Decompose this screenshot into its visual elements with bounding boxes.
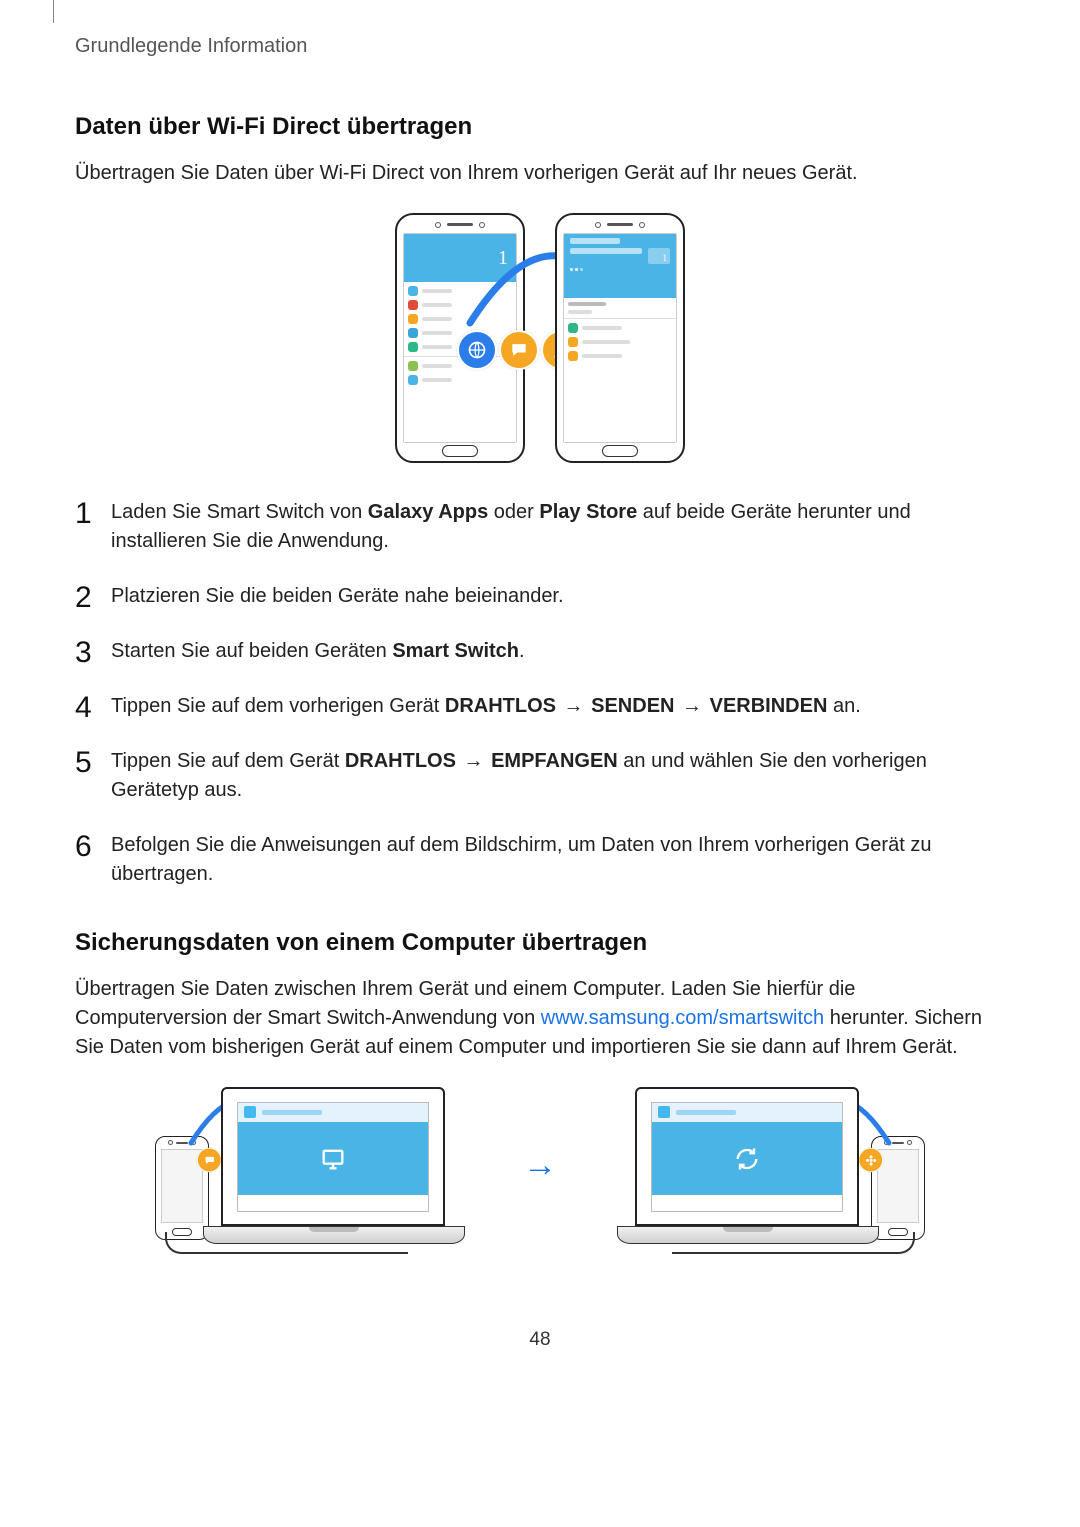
step3-bold1: Smart Switch [392,640,519,662]
section1-title: Daten über Wi-Fi Direct übertragen [75,113,1005,141]
phone-new-device: 1 [555,213,685,463]
sync-icon [733,1145,761,1173]
smartswitch-link[interactable]: www.samsung.com/smartswitch [541,1007,824,1029]
step1-bold2: Play Store [539,501,637,523]
step5-bold2: EMPFANGEN [491,750,618,772]
step3-suffix: . [519,640,525,662]
step1-mid1: oder [488,501,539,523]
step-2: Platzieren Sie die beiden Geräte nahe be… [75,582,1005,611]
step1-prefix: Laden Sie Smart Switch von [111,501,368,523]
step4-arrow2: → [676,695,707,717]
globe-icon [457,330,497,370]
step-6: Befolgen Sie die Anweisungen auf dem Bil… [75,831,1005,889]
step4-suffix: an. [827,695,860,717]
step4-bold1: DRAHTLOS [445,695,556,717]
step-4: Tippen Sie auf dem vorherigen Gerät DRAH… [75,692,1005,721]
step4-bold2: SENDEN [591,695,674,717]
section2-title: Sicherungsdaten von einem Computer übert… [75,929,1005,957]
step2-text: Platzieren Sie die beiden Geräte nahe be… [111,585,564,607]
step3-prefix: Starten Sie auf beiden Geräten [111,640,392,662]
steps-list: Laden Sie Smart Switch von Galaxy Apps o… [75,498,1005,889]
laptop-group-restore [617,1087,925,1244]
chat-icon [499,330,539,370]
figure-wifi-direct: 1 [75,213,1005,463]
monitor-icon [319,1145,347,1173]
step-3: Starten Sie auf beiden Geräten Smart Swi… [75,637,1005,666]
step5-arrow: → [458,750,489,772]
step4-bold3: VERBINDEN [710,695,828,717]
laptop-group-backup [155,1087,463,1244]
section1-lead: Übertragen Sie Daten über Wi-Fi Direct v… [75,159,1005,188]
step4-prefix: Tippen Sie auf dem vorherigen Gerät [111,695,445,717]
step-5: Tippen Sie auf dem Gerät DRAHTLOS → EMPF… [75,747,1005,805]
section2-lead: Übertragen Sie Daten zwischen Ihrem Gerä… [75,975,1005,1062]
laptop-left [203,1087,463,1244]
mid-arrow-icon: → [523,1146,557,1185]
step4-arrow1: → [558,695,589,717]
phone-right-number: 1 [648,248,670,264]
figure-computer-transfer: → [75,1087,1005,1244]
step5-bold1: DRAHTLOS [345,750,456,772]
breadcrumb: Grundlegende Information [75,35,1005,58]
phone-left-number: 1 [498,247,508,270]
step1-bold1: Galaxy Apps [368,501,488,523]
step6-text: Befolgen Sie die Anweisungen auf dem Bil… [111,834,931,885]
step5-prefix: Tippen Sie auf dem Gerät [111,750,345,772]
laptop-right [617,1087,877,1244]
page-number: 48 [75,1329,1005,1351]
step-1: Laden Sie Smart Switch von Galaxy Apps o… [75,498,1005,556]
